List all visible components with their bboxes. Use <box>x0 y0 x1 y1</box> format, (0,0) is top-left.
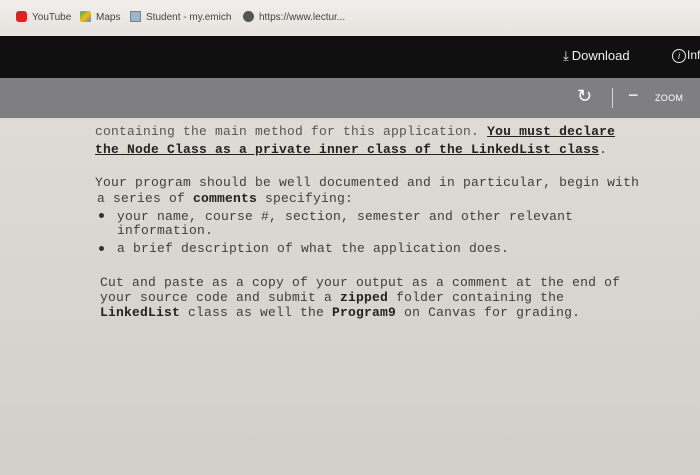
document-line: your source code and submit a zipped fol… <box>100 290 565 305</box>
document-line: LinkedList class as well the Program9 on… <box>100 305 581 320</box>
bullet-dot <box>99 213 104 218</box>
zoom-out-button[interactable]: − <box>628 85 639 105</box>
list-item: a brief description of what the applicat… <box>117 241 510 256</box>
list-item: your name, course #, section, semester a… <box>117 209 574 224</box>
list-item: information. <box>117 223 214 238</box>
maps-icon <box>80 11 91 22</box>
download-button[interactable]: ⤓ Download <box>563 48 630 64</box>
bookmark-youtube[interactable]: YouTube <box>16 11 71 23</box>
download-label: Download <box>571 48 630 63</box>
info-button[interactable]: i Inf <box>672 48 700 63</box>
bookmark-student[interactable]: Student - my.emich <box>130 11 231 23</box>
document-line: containing the main method for this appl… <box>95 124 616 139</box>
document-page: containing the main method for this appl… <box>0 118 700 475</box>
bullet-dot <box>99 246 104 251</box>
info-label: Inf <box>687 48 700 62</box>
bookmarks-bar: YouTube Maps Student - my.emich https://… <box>0 0 700 37</box>
emphasis-text: the Node Class as a private inner class … <box>95 142 600 157</box>
web-icon <box>243 11 254 22</box>
document-line: the Node Class as a private inner class … <box>95 142 608 157</box>
rotate-icon[interactable]: ↻ <box>577 86 592 106</box>
document-line: a series of comments specifying: <box>97 191 354 206</box>
download-icon: ⤓ <box>563 48 569 63</box>
info-icon: i <box>672 49 686 63</box>
bookmark-maps[interactable]: Maps <box>80 11 120 23</box>
toolbar-divider <box>612 88 613 108</box>
bookmark-label: Student - my.emich <box>146 12 232 23</box>
document-line: Your program should be well documented a… <box>95 175 640 190</box>
viewer-toolbar: ↻ − ZOOM <box>0 78 700 118</box>
youtube-icon <box>16 11 27 22</box>
viewer-header: ⤓ Download i Inf <box>0 36 700 78</box>
document-line: Cut and paste as a copy of your output a… <box>100 275 621 290</box>
student-icon <box>130 11 141 22</box>
bookmark-label: Maps <box>96 12 121 23</box>
bookmark-label: YouTube <box>32 12 72 23</box>
bookmark-lecture-url[interactable]: https://www.lectur... <box>243 11 345 23</box>
bookmark-label: https://www.lectur... <box>259 12 346 23</box>
emphasis-text: You must declare <box>487 124 616 139</box>
zoom-label[interactable]: ZOOM <box>655 93 683 103</box>
